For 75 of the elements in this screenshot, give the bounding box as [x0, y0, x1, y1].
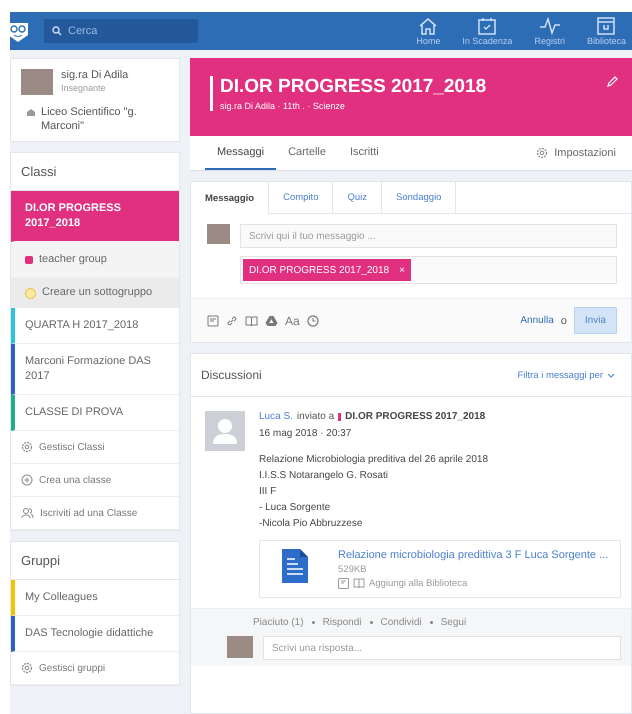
pencil-icon[interactable]: [606, 76, 618, 88]
post-action-link[interactable]: Piaciuto (1): [253, 617, 304, 628]
chevron-down-icon: [607, 372, 615, 378]
remove-tag-button[interactable]: ×: [399, 264, 405, 276]
class-item[interactable]: DAS Tecnologie didattiche: [11, 616, 179, 652]
or-text: o: [560, 314, 567, 326]
school-name: Liceo Scientifico "g. Marconi": [41, 105, 138, 133]
group-color-marker: [338, 412, 342, 420]
note-icon[interactable]: [207, 314, 219, 326]
subgroup-label: teacher group: [39, 252, 107, 267]
post-action-link[interactable]: Rispondi: [322, 617, 362, 628]
post-action-link[interactable]: Segui: [440, 617, 466, 628]
photo-placeholder: [21, 69, 53, 95]
note-icon[interactable]: [338, 578, 349, 589]
post-text-line: III F: [259, 485, 278, 499]
settings-icon: [21, 662, 33, 674]
message-field[interactable]: Scrivi qui il tuo messaggio ...: [240, 224, 617, 248]
tab[interactable]: Cartelle: [276, 136, 338, 170]
nav-item[interactable]: Biblioteca: [586, 16, 626, 46]
settings-icon: [21, 441, 33, 453]
search-field[interactable]: Cerca: [44, 19, 198, 43]
attachment-link[interactable]: Relazione microbiologia predittiva 3 F Luca Sorgente ...: [338, 549, 608, 561]
group-name: DI.OR PROGRESS 2017_2018: [345, 411, 486, 422]
pulse-icon: [538, 16, 561, 34]
post-date: 16 mag 2018 · 20:37: [259, 427, 352, 441]
home-icon: [418, 16, 438, 34]
post-text-line: -Nicola Pio Abbruzzese: [259, 517, 364, 531]
class-item[interactable]: QUARTA H 2017_2018: [11, 308, 179, 344]
document-icon[interactable]: [282, 549, 308, 583]
class-item[interactable]: DI.OR PROGRESS 2017_2018: [11, 191, 179, 242]
calendar-check-icon: [477, 16, 498, 34]
photo-placeholder: [227, 636, 253, 658]
cancel-link[interactable]: Annulla: [520, 315, 554, 326]
book-icon[interactable]: [353, 578, 365, 589]
file-size: 529KB: [338, 564, 368, 575]
search-icon: [52, 26, 62, 36]
settings-icon: [536, 147, 548, 159]
section-title: Discussioni: [201, 368, 262, 382]
nav-item[interactable]: Registri: [534, 16, 565, 46]
tab[interactable]: Messaggi: [205, 136, 276, 170]
create-subgroup-label: Creare un sottogruppo: [42, 285, 152, 300]
post-text-line: I.I.S.S Notarangelo G. Rosati: [259, 469, 389, 483]
post-action-link[interactable]: Condividi: [380, 617, 422, 628]
filter-dropdown[interactable]: Filtra i messaggi per: [511, 368, 621, 382]
clock-icon[interactable]: [306, 314, 319, 326]
settings-link[interactable]: Impostazioni: [530, 136, 622, 170]
book-icon[interactable]: [245, 314, 258, 326]
sent-to-label: inviato a: [296, 411, 334, 422]
post-text-line: Relazione Microbiologia preditiva del 26 aprile 2018: [259, 453, 490, 467]
post-type-tab[interactable]: Messaggio: [191, 182, 270, 214]
nav-item[interactable]: In Scadenza: [462, 16, 512, 46]
create-subgroup-item[interactable]: Creare un sottogruppo: [11, 278, 179, 308]
tab[interactable]: Iscritti: [338, 136, 391, 170]
nav-item[interactable]: Home: [416, 16, 440, 46]
class-item[interactable]: CLASSE DI PROVA: [11, 395, 179, 431]
class-subtitle: sig.ra Di Adila · 11th . · Scienze: [220, 101, 346, 111]
link-icon[interactable]: [226, 314, 238, 326]
class-item[interactable]: My Colleagues: [11, 580, 179, 616]
photo-placeholder: [207, 224, 230, 244]
recipient-field[interactable]: DI.OR PROGRESS 2017_2018 ×: [240, 256, 617, 284]
post-text-line: - Luca Sorgente: [259, 501, 332, 515]
class-title: DI.OR PROGRESS 2017_2018: [220, 76, 486, 98]
author-link[interactable]: Luca S.: [259, 411, 293, 422]
profile-role: Insegnante: [61, 83, 107, 93]
profile-name: sig.ra Di Adila: [61, 69, 128, 81]
text-format-button[interactable]: Aa: [285, 314, 300, 328]
class-item[interactable]: Marconi Formazione DAS 2017: [11, 344, 179, 395]
reply-field[interactable]: Scrivi una risposta...: [263, 636, 621, 660]
people-icon: [21, 507, 34, 519]
subgroup-item[interactable]: teacher group: [11, 242, 179, 278]
box-icon: [596, 16, 616, 34]
building-icon: [27, 108, 35, 116]
add-to-library-link[interactable]: Aggiungi alla Biblioteca: [369, 578, 468, 589]
recipient-tag[interactable]: DI.OR PROGRESS 2017_2018 ×: [243, 259, 411, 281]
drive-icon[interactable]: [265, 314, 278, 326]
